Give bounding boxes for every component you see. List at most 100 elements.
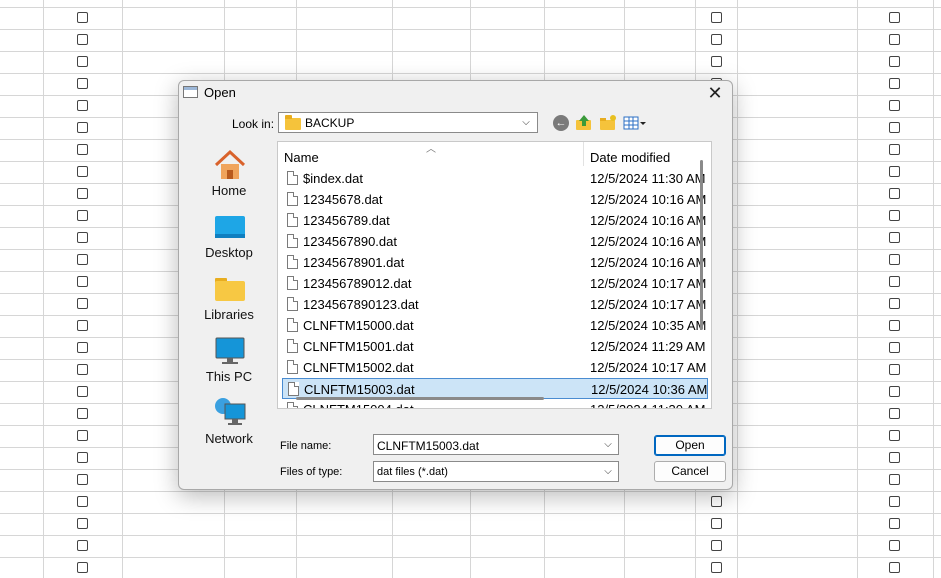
sheet-checkbox[interactable] [77, 188, 88, 199]
sheet-checkbox[interactable] [889, 144, 900, 155]
sheet-checkbox[interactable] [889, 188, 900, 199]
new-folder-icon[interactable] [599, 114, 617, 132]
sheet-checkbox[interactable] [77, 78, 88, 89]
file-row[interactable]: 123456789.dat 12/5/2024 10:16 AM [282, 210, 708, 231]
sheet-checkbox[interactable] [77, 34, 88, 45]
column-header-name[interactable]: Name [284, 150, 319, 165]
sheet-checkbox[interactable] [711, 34, 722, 45]
file-row[interactable]: 12345678.dat 12/5/2024 10:16 AM [282, 189, 708, 210]
sheet-checkbox[interactable] [889, 562, 900, 573]
sheet-checkbox[interactable] [889, 298, 900, 309]
view-menu-icon[interactable] [623, 114, 647, 132]
sheet-checkbox[interactable] [77, 12, 88, 23]
place-libraries[interactable]: Libraries [189, 267, 269, 323]
sheet-checkbox[interactable] [889, 56, 900, 67]
file-row[interactable]: CLNFTM15004.dat 12/5/2024 11:30 AM [282, 399, 708, 408]
file-row[interactable]: CLNFTM15001.dat 12/5/2024 11:29 AM [282, 336, 708, 357]
sheet-checkbox[interactable] [77, 298, 88, 309]
close-button[interactable]: ✕ [704, 83, 726, 103]
file-row[interactable]: 12345678901.dat 12/5/2024 10:16 AM [282, 252, 708, 273]
vertical-scrollbar[interactable] [700, 160, 703, 330]
cancel-button[interactable]: Cancel [654, 461, 726, 482]
sheet-checkbox[interactable] [77, 518, 88, 529]
file-list[interactable]: ︿ Name Date modified $index.dat 12/5/2024… [277, 141, 712, 409]
horizontal-scrollbar[interactable] [296, 397, 544, 400]
sheet-checkbox[interactable] [889, 540, 900, 551]
sheet-checkbox[interactable] [77, 254, 88, 265]
place-network[interactable]: Network [189, 391, 269, 447]
sheet-checkbox[interactable] [77, 320, 88, 331]
sheet-checkbox[interactable] [77, 474, 88, 485]
sheet-checkbox[interactable] [77, 232, 88, 243]
file-name-input[interactable]: CLNFTM15003.dat ⌵ [373, 434, 619, 455]
sheet-checkbox[interactable] [889, 364, 900, 375]
sheet-checkbox[interactable] [889, 276, 900, 287]
place-this-pc[interactable]: This PC [189, 329, 269, 385]
sheet-checkbox[interactable] [889, 518, 900, 529]
sheet-checkbox[interactable] [77, 496, 88, 507]
sheet-checkbox[interactable] [889, 166, 900, 177]
sheet-checkbox[interactable] [889, 100, 900, 111]
sheet-checkbox[interactable] [77, 364, 88, 375]
file-icon [287, 255, 298, 269]
sheet-checkbox[interactable] [889, 210, 900, 221]
sheet-checkbox[interactable] [77, 540, 88, 551]
sheet-checkbox[interactable] [889, 496, 900, 507]
sheet-checkbox[interactable] [889, 320, 900, 331]
sheet-checkbox[interactable] [889, 430, 900, 441]
file-row[interactable]: CLNFTM15002.dat 12/5/2024 10:17 AM [282, 357, 708, 378]
column-divider[interactable] [583, 142, 584, 166]
file-row[interactable]: 1234567890.dat 12/5/2024 10:16 AM [282, 231, 708, 252]
window-icon [183, 86, 198, 98]
sheet-checkbox[interactable] [77, 144, 88, 155]
sheet-checkbox[interactable] [889, 386, 900, 397]
sheet-checkbox[interactable] [889, 78, 900, 89]
sheet-checkbox[interactable] [889, 474, 900, 485]
file-row[interactable]: CLNFTM15003.dat 12/5/2024 10:36 AM [282, 378, 708, 399]
sheet-checkbox[interactable] [711, 562, 722, 573]
place-home[interactable]: Home [189, 143, 269, 199]
column-header-date-modified[interactable]: Date modified [590, 150, 670, 165]
sheet-checkbox[interactable] [889, 452, 900, 463]
sheet-checkbox[interactable] [77, 452, 88, 463]
open-button[interactable]: Open [654, 435, 726, 456]
sheet-checkbox[interactable] [77, 408, 88, 419]
dialog-titlebar[interactable]: Open ✕ [179, 81, 732, 105]
file-list-header: ︿ Name Date modified [278, 142, 711, 168]
file-row[interactable]: $index.dat 12/5/2024 11:30 AM [282, 168, 708, 189]
sheet-checkbox[interactable] [77, 210, 88, 221]
back-arrow-icon[interactable]: ← [553, 115, 569, 131]
sheet-checkbox[interactable] [77, 100, 88, 111]
place-desktop[interactable]: Desktop [189, 205, 269, 261]
sheet-checkbox[interactable] [77, 562, 88, 573]
sheet-checkbox[interactable] [889, 122, 900, 133]
sheet-checkbox[interactable] [711, 56, 722, 67]
file-date-modified: 12/5/2024 10:16 AM [590, 192, 707, 207]
sheet-checkbox[interactable] [77, 342, 88, 353]
sheet-checkbox[interactable] [711, 518, 722, 529]
sheet-checkbox[interactable] [711, 540, 722, 551]
up-folder-icon[interactable] [575, 114, 593, 132]
files-of-type-dropdown[interactable]: dat files (*.dat) ⌵ [373, 461, 619, 482]
sheet-checkbox[interactable] [77, 276, 88, 287]
sheet-checkbox[interactable] [711, 496, 722, 507]
look-in-dropdown[interactable]: BACKUP ⌵ [278, 112, 538, 133]
sheet-checkbox[interactable] [889, 34, 900, 45]
sheet-checkbox[interactable] [889, 254, 900, 265]
sheet-checkbox[interactable] [889, 408, 900, 419]
sheet-checkbox[interactable] [77, 56, 88, 67]
sheet-checkbox[interactable] [77, 430, 88, 441]
file-row[interactable]: CLNFTM15000.dat 12/5/2024 10:35 AM [282, 315, 708, 336]
sheet-checkbox[interactable] [77, 166, 88, 177]
sheet-checkbox[interactable] [77, 122, 88, 133]
sheet-checkbox[interactable] [77, 386, 88, 397]
chevron-down-icon[interactable]: ⌵ [601, 438, 615, 452]
file-name: 123456789012.dat [303, 276, 412, 291]
sheet-checkbox[interactable] [889, 232, 900, 243]
sheet-checkbox[interactable] [889, 12, 900, 23]
sheet-checkbox[interactable] [711, 12, 722, 23]
places-sidebar: Home Desktop Libraries This PC Network [189, 143, 269, 481]
file-row[interactable]: 1234567890123.dat 12/5/2024 10:17 AM [282, 294, 708, 315]
sheet-checkbox[interactable] [889, 342, 900, 353]
file-row[interactable]: 123456789012.dat 12/5/2024 10:17 AM [282, 273, 708, 294]
